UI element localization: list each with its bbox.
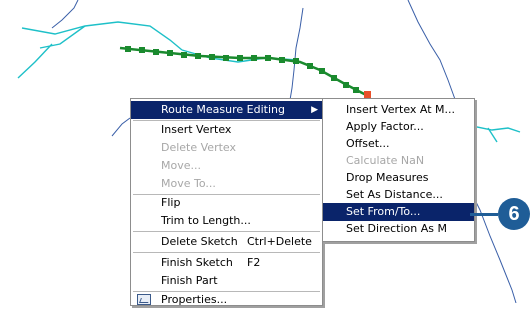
step-callout-badge: 6 — [498, 198, 530, 230]
end-vertex-marker[interactable] — [364, 91, 371, 98]
menu-item-route-measure-editing[interactable]: Route Measure Editing ▶ — [131, 101, 322, 119]
callout-leader-line — [470, 213, 498, 216]
submenu-item-offset[interactable]: Offset... — [323, 135, 474, 153]
context-menu: Route Measure Editing ▶ Insert Vertex De… — [130, 98, 323, 306]
menu-item-label: Properties... — [161, 293, 228, 306]
menu-item-finish-sketch[interactable]: Finish Sketch F2 — [131, 254, 322, 272]
vertex-marker[interactable] — [293, 58, 299, 64]
vertex-marker[interactable] — [167, 50, 173, 56]
submenu-arrow-icon: ▶ — [311, 105, 318, 115]
vertex-marker[interactable] — [153, 49, 159, 55]
menu-item-delete-sketch[interactable]: Delete Sketch Ctrl+Delete — [131, 233, 322, 251]
submenu-item-set-direction-as-m[interactable]: Set Direction As M — [323, 220, 474, 238]
submenu-item-apply-factor[interactable]: Apply Factor... — [323, 118, 474, 136]
vertex-marker[interactable] — [279, 57, 285, 63]
menu-item-flip[interactable]: Flip — [131, 194, 322, 212]
menu-item-properties[interactable]: Properties... — [131, 291, 322, 309]
vertex-marker[interactable] — [353, 87, 359, 93]
menu-item-label: Delete Sketch — [161, 235, 238, 248]
vertex-marker[interactable] — [195, 53, 201, 59]
menu-item-move-to[interactable]: Move To... — [131, 175, 322, 193]
menu-separator — [133, 231, 320, 232]
vertex-marker[interactable] — [209, 54, 215, 60]
vertex-marker[interactable] — [319, 68, 325, 74]
submenu-item-insert-vertex-at-m[interactable]: Insert Vertex At M... — [323, 101, 474, 119]
menu-item-shortcut: Ctrl+Delete — [247, 235, 312, 248]
menu-separator — [133, 252, 320, 253]
menu-item-label: Route Measure Editing — [161, 103, 285, 116]
vertex-marker[interactable] — [125, 46, 131, 52]
vertex-marker[interactable] — [307, 63, 313, 69]
vertex-marker[interactable] — [251, 55, 257, 61]
route-measure-submenu: Insert Vertex At M... Apply Factor... Of… — [322, 98, 475, 242]
menu-item-finish-part[interactable]: Finish Part — [131, 272, 322, 290]
submenu-item-set-from-to[interactable]: Set From/To... — [323, 203, 474, 221]
menu-item-insert-vertex[interactable]: Insert Vertex — [131, 121, 322, 139]
submenu-item-set-as-distance[interactable]: Set As Distance... — [323, 186, 474, 204]
submenu-item-drop-measures[interactable]: Drop Measures — [323, 169, 474, 187]
menu-item-move[interactable]: Move... — [131, 157, 322, 175]
route-sketch[interactable] — [119, 46, 371, 98]
menu-item-label: Finish Sketch — [161, 256, 233, 269]
vertex-marker[interactable] — [139, 47, 145, 53]
vertex-marker[interactable] — [181, 52, 187, 58]
menu-item-shortcut: F2 — [247, 256, 261, 269]
vertex-marker[interactable] — [331, 75, 337, 81]
properties-icon — [137, 294, 151, 305]
vertex-marker[interactable] — [343, 82, 349, 88]
menu-item-trim-to-length[interactable]: Trim to Length... — [131, 212, 322, 230]
vertex-marker[interactable] — [265, 55, 271, 61]
vertex-marker[interactable] — [223, 55, 229, 61]
submenu-item-calculate-nan[interactable]: Calculate NaN — [323, 152, 474, 170]
menu-item-delete-vertex[interactable]: Delete Vertex — [131, 139, 322, 157]
vertex-marker[interactable] — [237, 55, 243, 61]
